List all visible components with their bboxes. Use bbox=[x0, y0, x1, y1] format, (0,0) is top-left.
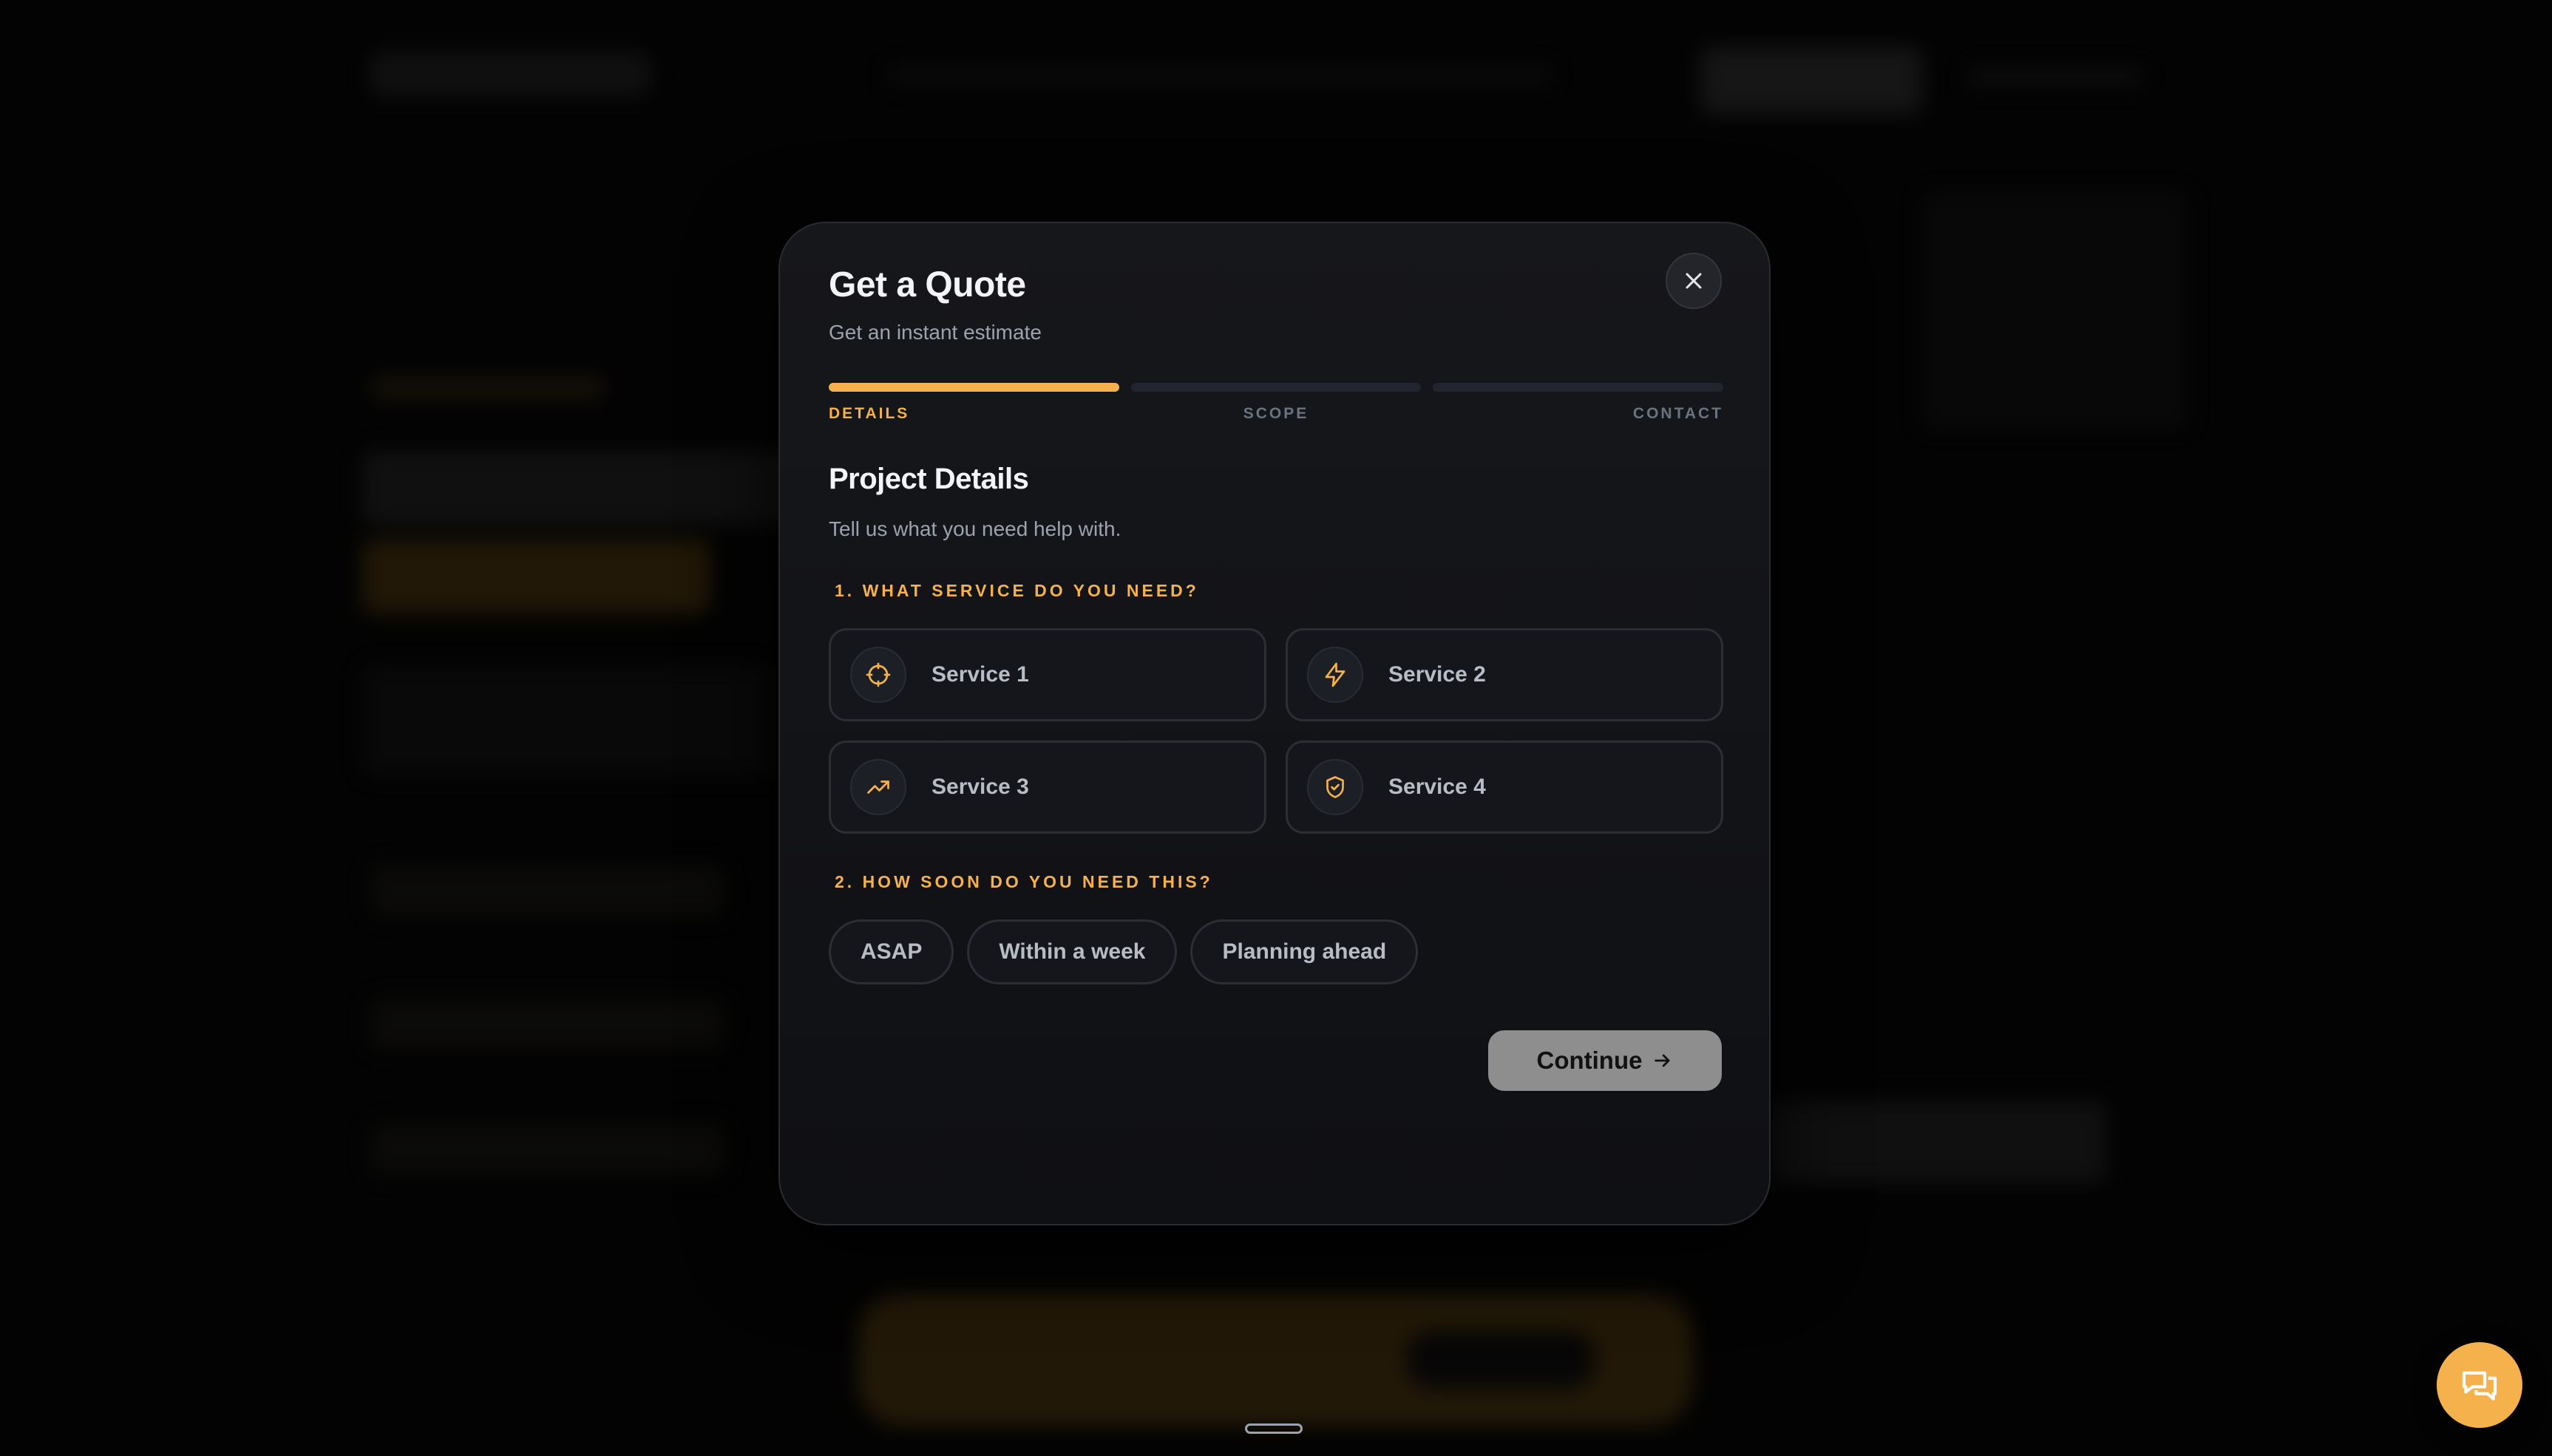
service-option-2[interactable]: Service 2 bbox=[1286, 628, 1723, 721]
close-icon bbox=[1686, 273, 1702, 289]
modal-title: Get a Quote bbox=[829, 265, 1026, 305]
service-option-label: Service 3 bbox=[931, 775, 1029, 799]
lightning-icon bbox=[1307, 647, 1363, 703]
service-option-3[interactable]: Service 3 bbox=[829, 741, 1266, 834]
continue-button[interactable]: Continue bbox=[1488, 1030, 1722, 1091]
service-question-label: 1. WHAT SERVICE DO YOU NEED? bbox=[835, 581, 1199, 600]
continue-button-label: Continue bbox=[1536, 1047, 1643, 1074]
modal-subtitle: Get an instant estimate bbox=[829, 321, 1042, 344]
chat-icon bbox=[2462, 1371, 2497, 1401]
timeline-option-planning-ahead[interactable]: Planning ahead bbox=[1190, 919, 1419, 984]
progress-steps: DETAILS SCOPE CONTACT bbox=[829, 383, 1724, 427]
arrow-right-icon bbox=[1655, 1054, 1671, 1067]
step-bar-contact bbox=[1433, 383, 1724, 392]
step-label-contact: CONTACT bbox=[1632, 405, 1723, 422]
scroll-indicator bbox=[1245, 1423, 1303, 1434]
timeline-question-label: 2. HOW SOON DO YOU NEED THIS? bbox=[835, 872, 1213, 891]
close-button[interactable] bbox=[1666, 253, 1722, 309]
crosshair-icon bbox=[850, 647, 906, 703]
step-label-details: DETAILS bbox=[829, 405, 910, 422]
trending-up-icon bbox=[850, 759, 906, 815]
step-bar-details bbox=[829, 383, 1119, 392]
section-description: Tell us what you need help with. bbox=[829, 517, 1121, 540]
step-bar-scope bbox=[1130, 383, 1422, 392]
section-title: Project Details bbox=[829, 463, 1029, 495]
shield-icon bbox=[1307, 759, 1363, 815]
timeline-option-within-week[interactable]: Within a week bbox=[967, 919, 1178, 984]
step-label-scope: SCOPE bbox=[1243, 405, 1309, 422]
timeline-option-asap[interactable]: ASAP bbox=[829, 919, 954, 984]
service-option-label: Service 4 bbox=[1388, 775, 1486, 799]
service-options: Service 1 Service 2 Service 3 Service 4 bbox=[829, 628, 1723, 834]
service-option-label: Service 2 bbox=[1388, 662, 1486, 687]
timeline-options: ASAP Within a week Planning ahead bbox=[829, 919, 1419, 984]
service-option-4[interactable]: Service 4 bbox=[1286, 741, 1723, 834]
service-option-1[interactable]: Service 1 bbox=[829, 628, 1266, 721]
chat-button[interactable] bbox=[2437, 1342, 2522, 1428]
quote-modal: Get a Quote Get an instant estimate DETA… bbox=[778, 222, 1771, 1225]
service-option-label: Service 1 bbox=[931, 662, 1029, 687]
